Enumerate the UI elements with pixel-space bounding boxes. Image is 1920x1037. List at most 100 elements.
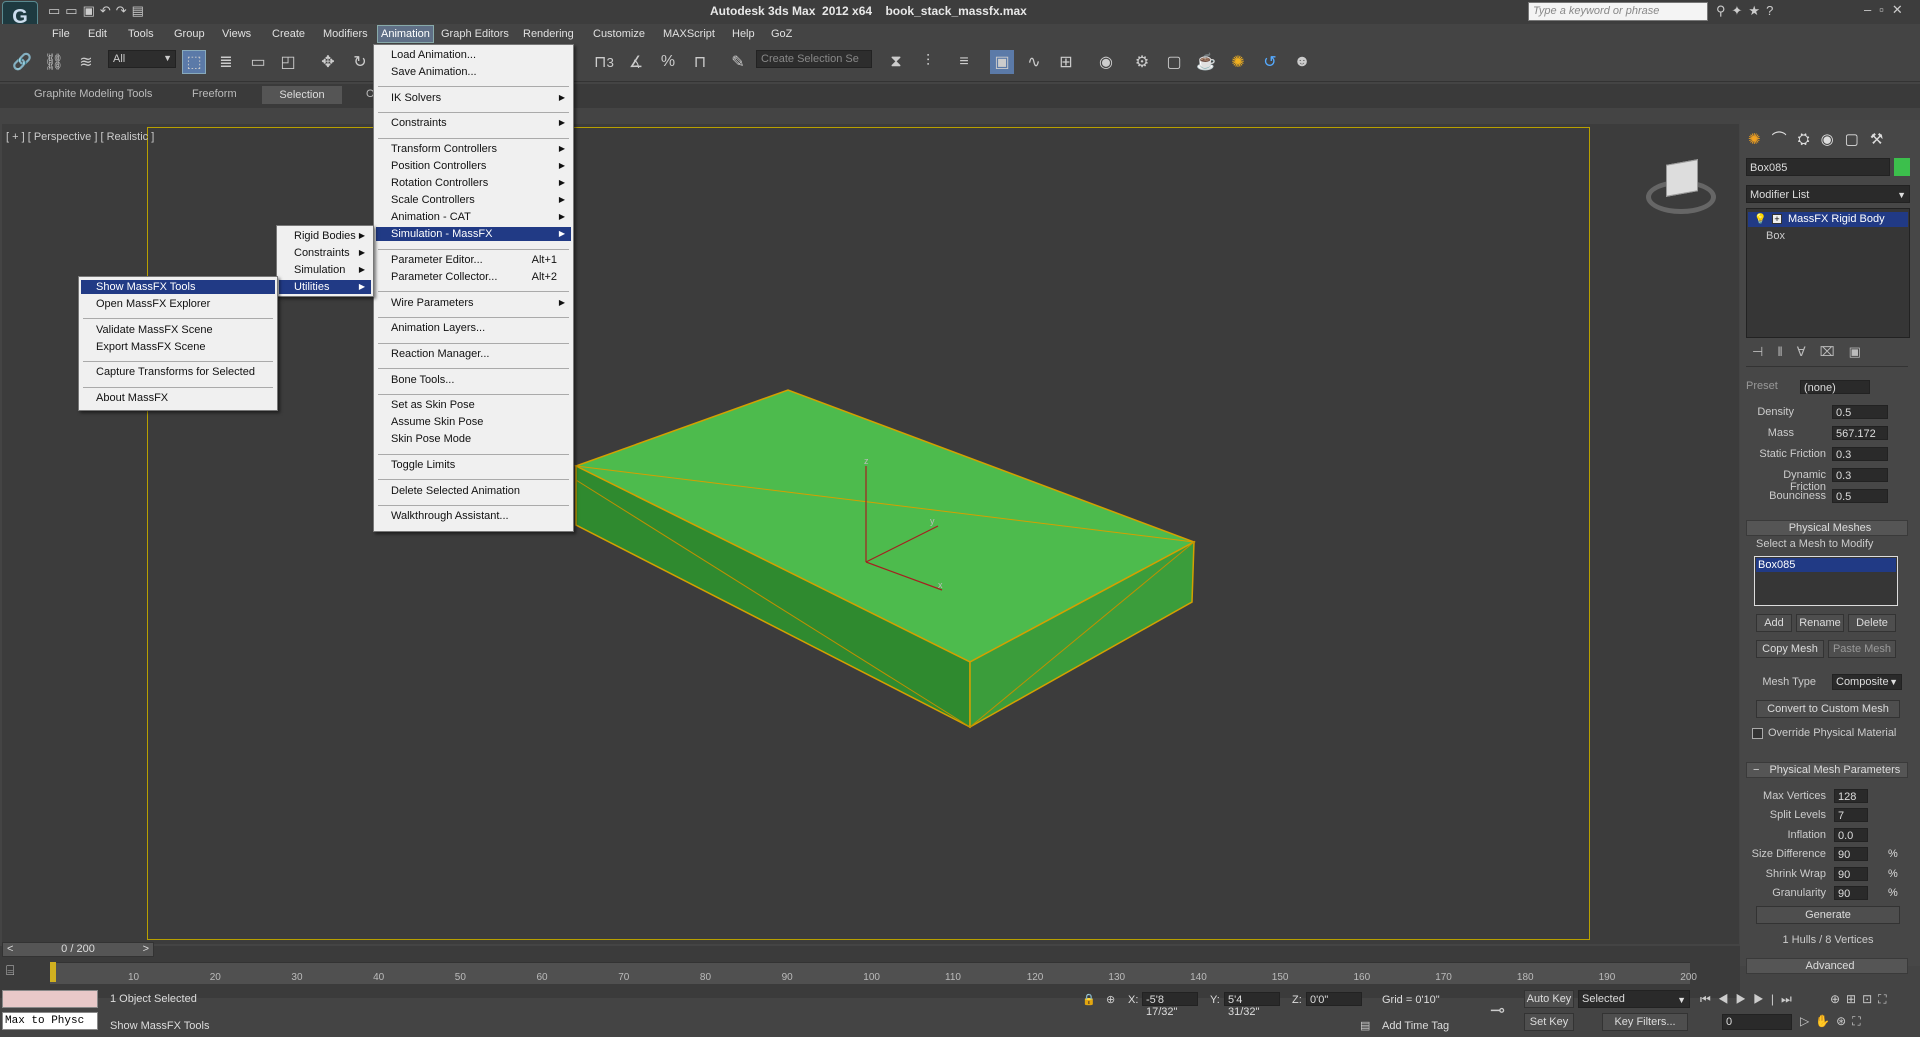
absolute-mode-icon[interactable]: ⊕: [1106, 993, 1115, 1006]
add-mesh-button[interactable]: Add: [1756, 614, 1792, 632]
menu-item-animation-layers[interactable]: Animation Layers...: [376, 321, 571, 335]
shrink-wrap-field[interactable]: 90: [1834, 867, 1868, 881]
rename-mesh-button[interactable]: Rename: [1796, 614, 1844, 632]
modifier-list-dropdown[interactable]: Modifier List ▼: [1746, 185, 1910, 203]
menu-item-simulation-massfx[interactable]: Simulation - MassFX ▶: [376, 227, 571, 242]
menu-item-simulation[interactable]: Simulation ▶: [279, 263, 371, 277]
modifier-stack[interactable]: [1746, 208, 1910, 338]
preset-dropdown[interactable]: (none): [1800, 380, 1870, 394]
menu-item-position-controllers[interactable]: Position Controllers ▶: [376, 159, 571, 173]
viewport-navigation-icons[interactable]: ⊕⊞⊡⛶: [1830, 992, 1893, 1007]
physical-mesh-params-rollout[interactable]: − Physical Mesh Parameters: [1746, 762, 1908, 778]
menu-item-scale-controllers[interactable]: Scale Controllers ▶: [376, 193, 571, 207]
advanced-rollout[interactable]: Advanced: [1746, 958, 1908, 974]
menu-item-toggle-limits[interactable]: Toggle Limits: [376, 458, 571, 472]
menu-item-wire-parameters[interactable]: Wire Parameters ▶: [376, 296, 571, 310]
granularity-field[interactable]: 90: [1834, 886, 1868, 900]
menu-item-save-animation[interactable]: Save Animation...: [376, 65, 571, 79]
set-key-icon[interactable]: ⊸: [1490, 1000, 1505, 1021]
key-mode-dropdown[interactable]: Selected ▼: [1578, 990, 1690, 1008]
menu-item-export-massfx-scene[interactable]: Export MassFX Scene: [81, 340, 275, 354]
mesh-list-item[interactable]: Box085: [1756, 558, 1896, 572]
max-vertices-field[interactable]: 128: [1834, 789, 1868, 803]
current-frame-field[interactable]: 0: [1722, 1014, 1792, 1030]
next-frame-icon[interactable]: >: [143, 943, 149, 956]
menu-item-rigid-bodies[interactable]: Rigid Bodies ▶: [279, 229, 371, 243]
key-filters-button[interactable]: Key Filters...: [1602, 1013, 1688, 1031]
menu-item-transform-controllers[interactable]: Transform Controllers ▶: [376, 142, 571, 156]
mass-field[interactable]: 567.172: [1832, 426, 1888, 440]
paste-mesh-button[interactable]: Paste Mesh: [1828, 640, 1896, 658]
menu-item-set-as-skin-pose[interactable]: Set as Skin Pose: [376, 398, 571, 412]
time-slider[interactable]: <0 / 200 >: [2, 942, 154, 957]
x-coordinate-field[interactable]: -5'8 17/32": [1142, 992, 1198, 1018]
menu-separator: [378, 317, 569, 319]
size-difference-unit: %: [1888, 848, 1898, 860]
gizmo-x-label: x: [938, 580, 943, 590]
menu-item-rotation-controllers[interactable]: Rotation Controllers ▶: [376, 176, 571, 190]
object-color-swatch[interactable]: [1894, 158, 1910, 176]
playback-controls[interactable]: ⏮◀▶▶|⏭: [1700, 992, 1799, 1007]
menu-item-about-massfx[interactable]: About MassFX: [81, 391, 275, 405]
viewcube-icon[interactable]: [1646, 158, 1716, 218]
menu-item-utilities[interactable]: Utilities ▶: [279, 280, 371, 294]
menu-item-parameter-editor[interactable]: Parameter Editor... Alt+1: [376, 253, 571, 267]
set-key-button[interactable]: Set Key: [1524, 1013, 1574, 1031]
inflation-field[interactable]: 0.0: [1834, 828, 1868, 842]
menu-item-show-massfx-tools[interactable]: Show MassFX Tools: [81, 280, 275, 294]
object-name-field[interactable]: Box085: [1746, 158, 1890, 176]
convert-custom-mesh-button[interactable]: Convert to Custom Mesh: [1756, 700, 1900, 718]
y-coordinate-field[interactable]: 5'4 31/32": [1224, 992, 1280, 1018]
lightbulb-icon[interactable]: 💡: [1754, 212, 1766, 227]
timeline-tick-label: 90: [781, 972, 793, 983]
copy-mesh-button[interactable]: Copy Mesh: [1756, 640, 1824, 658]
command-panel-tabs[interactable]: ✺⌒⛭◉▢⚒: [1748, 128, 1894, 149]
maxscript-mini-listener[interactable]: Max to Physc: [2, 1012, 98, 1030]
auto-key-button[interactable]: Auto Key: [1524, 990, 1574, 1008]
menu-separator: [378, 504, 569, 506]
add-time-tag-icon[interactable]: ▤: [1360, 1019, 1370, 1032]
menu-item-reaction-manager[interactable]: Reaction Manager...: [376, 347, 571, 361]
current-frame-marker[interactable]: [50, 962, 56, 982]
menu-item-validate-massfx-scene[interactable]: Validate MassFX Scene: [81, 323, 275, 337]
menu-item-walkthrough-assistant[interactable]: Walkthrough Assistant...: [376, 509, 571, 523]
curve-editor-toggle-icon[interactable]: ⌸: [6, 962, 38, 984]
timeline-tick-label: 120: [1026, 972, 1044, 983]
menu-item-animation-cat[interactable]: Animation - CAT ▶: [376, 210, 571, 224]
menu-item-parameter-collector[interactable]: Parameter Collector... Alt+2: [376, 270, 571, 284]
size-difference-field[interactable]: 90: [1834, 847, 1868, 861]
stack-tools[interactable]: ⊣‖∀⌧▣: [1752, 344, 1875, 360]
menu-item-assume-skin-pose[interactable]: Assume Skin Pose: [376, 415, 571, 429]
menu-item-capture-transforms-for-selected[interactable]: Capture Transforms for Selected: [81, 365, 275, 379]
lock-icon[interactable]: 🔒: [1082, 993, 1096, 1006]
viewport-navigation-icons-2[interactable]: ▷✋⊛⛶: [1800, 1014, 1867, 1029]
stack-item-box[interactable]: Box: [1766, 230, 1785, 242]
preset-label: Preset: [1746, 380, 1778, 392]
static-friction-field[interactable]: 0.3: [1832, 447, 1888, 461]
menu-item-constraints[interactable]: Constraints ▶: [279, 246, 371, 260]
menu-item-bone-tools[interactable]: Bone Tools...: [376, 373, 571, 387]
prev-frame-icon[interactable]: <: [7, 943, 13, 956]
stack-item-massfx-rigid-body[interactable]: 💡 + MassFX Rigid Body: [1748, 212, 1908, 227]
menu-item-open-massfx-explorer[interactable]: Open MassFX Explorer: [81, 297, 275, 311]
split-levels-field[interactable]: 7: [1834, 808, 1868, 822]
dynamic-friction-field[interactable]: 0.3: [1832, 468, 1888, 482]
physical-meshes-rollout[interactable]: Physical Meshes: [1746, 520, 1908, 536]
menu-item-skin-pose-mode[interactable]: Skin Pose Mode: [376, 432, 571, 446]
maxscript-listener-pink[interactable]: [2, 990, 98, 1008]
mesh-type-dropdown[interactable]: Composite ▼: [1832, 674, 1902, 690]
delete-mesh-button[interactable]: Delete: [1848, 614, 1896, 632]
density-field[interactable]: 0.5: [1832, 405, 1888, 419]
bounciness-field[interactable]: 0.5: [1832, 489, 1888, 503]
bounciness-label: Bounciness: [1769, 490, 1826, 502]
generate-button[interactable]: Generate: [1756, 906, 1900, 924]
menu-item-load-animation[interactable]: Load Animation...: [376, 48, 571, 62]
box-object[interactable]: [0, 0, 1920, 1037]
override-material-checkbox[interactable]: [1752, 728, 1763, 739]
menu-item-ik-solvers[interactable]: IK Solvers ▶: [376, 91, 571, 105]
add-time-tag[interactable]: Add Time Tag: [1382, 1020, 1449, 1032]
menu-item-delete-selected-animation[interactable]: Delete Selected Animation: [376, 484, 571, 498]
z-coordinate-field[interactable]: 0'0": [1306, 992, 1362, 1006]
menu-item-constraints[interactable]: Constraints ▶: [376, 116, 571, 130]
menu-separator: [378, 86, 569, 88]
